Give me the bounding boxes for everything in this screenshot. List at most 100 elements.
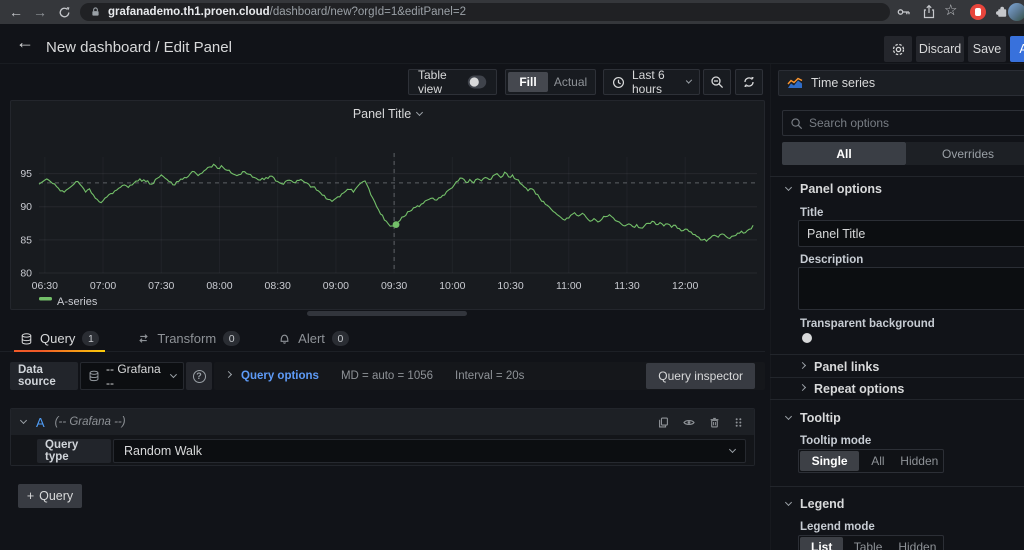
apply-button[interactable]: Apply [1010,36,1024,62]
legend-mode-list[interactable]: List [800,537,844,550]
search-input[interactable] [809,116,1022,130]
hide-query-eye-icon[interactable] [682,416,696,429]
query-ref-id[interactable]: A [36,415,45,430]
page-title: New dashboard / Edit Panel [46,39,232,56]
tooltip-mode-all[interactable]: All [859,451,896,471]
panel-resize-handle[interactable] [307,311,467,316]
delete-query-trash-icon[interactable] [708,416,721,429]
tab-transform[interactable]: Transform 0 [131,326,246,351]
chevron-down-icon [784,412,793,421]
fill-option[interactable]: Fill [508,72,548,92]
datasource-label: Data source [10,362,78,390]
plus-icon: + [26,489,35,503]
legend-mode-table[interactable]: Table [843,537,892,550]
chevron-down-icon [784,183,793,192]
panel-links-section[interactable]: Panel links [798,360,879,374]
zoom-out-icon [710,75,724,89]
query-inspector-button[interactable]: Query inspector [646,363,755,389]
query-row-a: A (-- Grafana --) Query type Random Walk [10,408,755,466]
chevron-down-icon [685,77,693,84]
drag-handle-icon[interactable] [733,416,744,429]
chevron-down-icon [784,498,793,507]
legend-section[interactable]: Legend [784,497,844,511]
title-field-label: Title [800,207,824,219]
tab-transform-label: Transform [157,331,217,346]
panel-options-title: Panel options [800,182,882,196]
svg-text:11:00: 11:00 [556,280,582,292]
table-view-switch[interactable] [467,75,487,89]
legend-mode-label: Legend mode [800,521,875,533]
browser-bar: ← → grafanademo.th1.proen.cloud/dashboar… [0,0,1024,24]
section-divider [770,399,1024,400]
table-view-toggle[interactable]: Table view [408,68,497,96]
browser-reload-icon[interactable] [52,6,76,19]
query-type-select[interactable]: Random Walk [113,439,746,463]
datasource-picker[interactable]: -- Grafana -- [80,362,184,390]
url-text: grafanademo.th1.proen.cloud/dashboard/ne… [108,6,466,18]
collapse-chevron-icon[interactable] [19,416,28,425]
panel-title-menu[interactable]: Panel Title [11,101,764,127]
lock-icon [90,6,101,18]
back-arrow-icon[interactable]: ← [16,32,34,53]
discard-button[interactable]: Discard [916,36,964,62]
chevron-right-icon [798,361,807,370]
max-data-points: MD = auto = 1056 [340,370,434,382]
datasource-row: Data source -- Grafana -- ? Query option… [10,362,765,390]
query-row-body: Query type Random Walk [11,435,754,465]
tab-overrides[interactable]: Overrides [906,142,1024,165]
refresh-button[interactable] [735,69,763,95]
repeat-options-title: Repeat options [814,382,905,396]
add-query-button[interactable]: + Query [18,484,82,508]
query-row-header[interactable]: A (-- Grafana --) [11,409,754,435]
legend-mode-group: List Table Hidden [798,535,944,550]
duplicate-query-icon[interactable] [657,416,670,429]
options-search[interactable] [782,110,1024,136]
legend-mode-hidden[interactable]: Hidden [893,537,942,550]
description-input[interactable] [798,267,1024,310]
bell-icon [278,332,291,345]
panel-title-input[interactable] [798,220,1024,247]
help-icon: ? [192,369,206,383]
fill-actual-group: Fill Actual [505,69,596,95]
query-type-value: Random Walk [124,444,203,458]
time-series-chart[interactable]: 06:30 07:00 07:30 08:00 08:30 09:00 09:30 10:00… [11,127,764,309]
section-divider [770,486,1024,487]
actual-option[interactable]: Actual [548,75,593,89]
tooltip-title: Tooltip [800,411,841,425]
tooltip-section[interactable]: Tooltip [784,411,841,425]
panel-title: Panel Title [352,107,412,121]
section-divider [770,377,1024,378]
url-bar[interactable]: grafanademo.th1.proen.cloud/dashboard/ne… [80,3,890,21]
tooltip-mode-single[interactable]: Single [800,451,860,471]
bookmark-star-icon[interactable]: ☆ [944,1,957,19]
key-icon[interactable] [896,4,912,20]
extension-red-icon[interactable] [970,4,986,20]
svg-text:07:00: 07:00 [90,280,116,292]
panel-settings-button[interactable] [884,36,912,62]
time-range-picker[interactable]: Last 6 hours [603,68,700,96]
sidebar-divider [770,64,771,550]
tab-alert[interactable]: Alert 0 [272,326,355,351]
chevron-right-icon [798,383,807,392]
svg-text:12:00: 12:00 [672,280,698,292]
clock-icon [612,76,625,89]
browser-back-icon[interactable]: ← [4,0,28,24]
svg-text:95: 95 [20,168,32,180]
save-button[interactable]: Save [968,36,1006,62]
tab-query[interactable]: Query 1 [14,326,106,352]
query-count-badge: 1 [82,331,100,346]
panel-options-section[interactable]: Panel options [784,182,882,196]
share-icon[interactable] [921,4,937,20]
browser-forward-icon[interactable]: → [28,0,52,24]
datasource-help-button[interactable]: ? [186,362,212,390]
svg-text:06:30: 06:30 [32,280,58,292]
svg-text:08:00: 08:00 [206,280,232,292]
tab-all[interactable]: All [782,142,906,165]
avatar[interactable] [1008,3,1024,21]
query-options-link[interactable]: Query options [241,370,319,382]
tooltip-mode-hidden[interactable]: Hidden [897,451,942,471]
zoom-out-button[interactable] [703,69,731,95]
visualization-picker[interactable]: Time series [778,70,1024,96]
repeat-options-section[interactable]: Repeat options [798,382,905,396]
svg-text:90: 90 [20,201,32,213]
